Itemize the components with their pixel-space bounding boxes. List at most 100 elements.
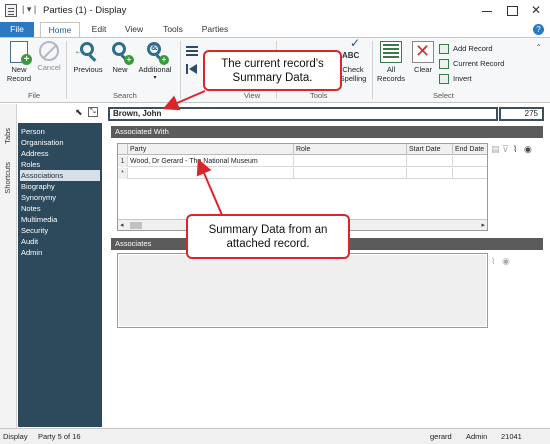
close-icon[interactable]: ✕	[526, 3, 546, 18]
paperclip-icon[interactable]: ⌇	[491, 256, 495, 267]
cell-end-date[interactable]	[452, 168, 487, 179]
cell-party[interactable]: Wood, Dr Gerard - The National Museum	[127, 156, 293, 167]
add-record-button[interactable]: Add Record	[439, 43, 493, 55]
additional-search-button[interactable]: & + Additional ▾	[134, 41, 176, 83]
tab-parties[interactable]: Parties	[197, 22, 233, 37]
group-separator	[66, 41, 67, 99]
resize-icon[interactable]: ⤡	[88, 107, 98, 117]
pin-ribbon-icon[interactable]: ⌃	[535, 43, 542, 52]
all-records-button[interactable]: All Records	[375, 41, 407, 83]
clear-selection-button[interactable]: ✕ Clear	[410, 41, 436, 74]
group-label-tools: Tools	[310, 91, 328, 100]
maximize-icon[interactable]	[502, 3, 522, 18]
add-record-icon	[439, 44, 449, 54]
help-icon[interactable]: ?	[533, 24, 544, 35]
callout-current-record: The current record's Summary Data.	[203, 50, 342, 91]
list-view-icon[interactable]	[186, 46, 198, 56]
record-number: 275	[499, 107, 544, 121]
previous-label: Previous	[73, 65, 103, 74]
app-icon	[5, 4, 17, 17]
filter-icon[interactable]: ⊽	[502, 144, 509, 155]
navigation-panel: Person Organisation Address Roles Associ…	[18, 123, 102, 427]
new-search-button[interactable]: + New	[108, 41, 134, 74]
sidebar-item-multimedia[interactable]: Multimedia	[20, 214, 100, 225]
sidebar-item-security[interactable]: Security	[20, 225, 100, 236]
status-bar: Display Party 5 of 16 gerard Admin 21041	[0, 428, 550, 444]
grid-options-icon[interactable]: ▤	[491, 144, 500, 155]
clear-icon: ✕	[412, 41, 434, 63]
sidebar-item-audit[interactable]: Audit	[20, 236, 100, 247]
row-number: 1	[118, 156, 127, 167]
cancel-label: Cancel	[37, 63, 61, 72]
new-search-icon: +	[110, 41, 134, 65]
clear-label: Clear	[414, 65, 432, 74]
chevron-down-icon: ▾	[153, 75, 157, 81]
spell-check-icon: ✓ ABC	[342, 36, 361, 60]
quick-access-toolbar[interactable]: | ▾ |	[22, 4, 36, 15]
invert-icon	[439, 74, 449, 84]
previous-search-button[interactable]: ← Previous	[70, 41, 106, 74]
new-row[interactable]: *	[118, 168, 487, 179]
nav-toolbar: ⬉ ⤡	[18, 104, 102, 121]
cell-start-date[interactable]	[406, 156, 452, 167]
grid-header: Party Role Start Date End Date	[118, 144, 487, 155]
new-record-icon: +	[10, 41, 32, 65]
previous-search-icon: ←	[74, 41, 98, 63]
new-search-label: New	[112, 65, 128, 74]
cell-start-date[interactable]	[406, 168, 452, 179]
group-label-file: File	[28, 91, 41, 100]
column-header-end-date[interactable]: End Date	[452, 144, 487, 155]
sidebar-item-notes[interactable]: Notes	[20, 203, 100, 214]
paperclip-icon[interactable]: ⌇	[513, 144, 517, 155]
sidebar-item-biography[interactable]: Biography	[20, 181, 100, 192]
vtab-shortcuts[interactable]: Shortcuts	[3, 162, 12, 194]
tab-tools[interactable]: Tools	[158, 22, 188, 37]
minimize-icon[interactable]	[477, 3, 497, 18]
eye-icon[interactable]: ◉	[524, 144, 532, 155]
scroll-thumb[interactable]	[130, 222, 142, 229]
sidebar-item-organisation[interactable]: Organisation	[20, 137, 100, 148]
group-separator	[180, 41, 181, 99]
pin-icon[interactable]: ⬉	[75, 107, 83, 118]
column-header-role[interactable]: Role	[293, 144, 406, 155]
sidebar-item-synonymy[interactable]: Synonymy	[20, 192, 100, 203]
all-records-icon	[380, 41, 402, 63]
current-record-icon	[439, 59, 449, 69]
eye-icon[interactable]: ◉	[502, 256, 510, 267]
group-label-select: Select	[433, 91, 454, 100]
vertical-tab-strip: Tabs Shortcuts	[0, 104, 17, 428]
vtab-tabs[interactable]: Tabs	[3, 128, 12, 144]
scroll-left-icon[interactable]: ◂	[120, 221, 124, 229]
column-header-start-date[interactable]: Start Date	[406, 144, 452, 155]
sidebar-item-admin[interactable]: Admin	[20, 247, 100, 258]
tab-file[interactable]: File	[0, 22, 34, 37]
first-record-icon[interactable]	[186, 64, 198, 74]
additional-search-icon: & +	[145, 41, 169, 65]
tab-home[interactable]: Home	[40, 22, 80, 37]
cancel-icon	[39, 41, 59, 61]
group-separator	[372, 41, 373, 99]
cell-role[interactable]	[293, 156, 406, 167]
associates-grid-body	[119, 255, 486, 326]
cell-end-date[interactable]	[452, 156, 487, 167]
ribbon-tabs: File Home Edit View Tools Parties ?	[0, 22, 550, 37]
sidebar-item-roles[interactable]: Roles	[20, 159, 100, 170]
associates-grid[interactable]	[117, 253, 488, 328]
sidebar-item-associations[interactable]: Associations	[20, 170, 100, 181]
cell-party[interactable]	[127, 168, 293, 179]
current-record-button[interactable]: Current Record	[439, 58, 504, 70]
additional-label: Additional	[138, 65, 172, 74]
sidebar-item-person[interactable]: Person	[20, 126, 100, 137]
cell-role[interactable]	[293, 168, 406, 179]
cancel-button[interactable]: Cancel	[36, 41, 62, 72]
tab-edit[interactable]: Edit	[86, 22, 112, 37]
table-row[interactable]: 1 Wood, Dr Gerard - The National Museum	[118, 156, 487, 167]
new-record-button[interactable]: + New Record	[4, 41, 34, 83]
invert-label: Invert	[453, 74, 472, 83]
scroll-right-icon[interactable]: ▸	[481, 221, 485, 229]
title-bar: | ▾ | Parties (1) - Display ✕	[0, 0, 550, 22]
column-header-party[interactable]: Party	[127, 144, 293, 155]
invert-button[interactable]: Invert	[439, 73, 472, 85]
tab-view[interactable]: View	[120, 22, 148, 37]
sidebar-item-address[interactable]: Address	[20, 148, 100, 159]
